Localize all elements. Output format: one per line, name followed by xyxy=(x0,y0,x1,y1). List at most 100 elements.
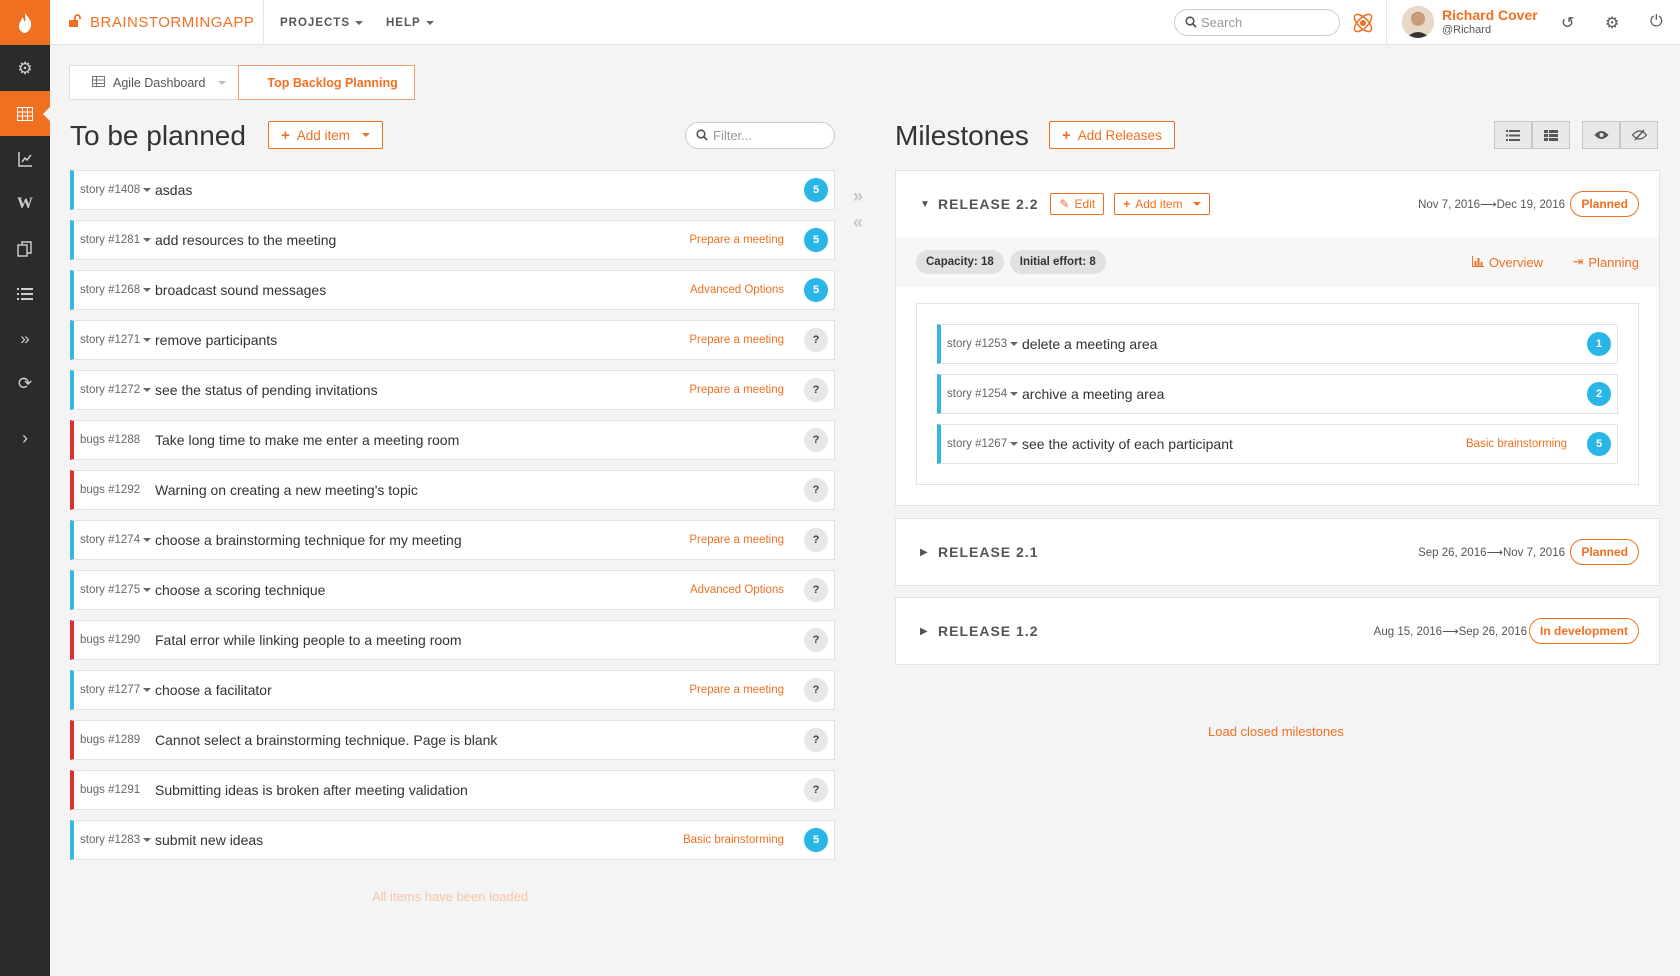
story-item[interactable]: story #1274 choose a brainstorming techni… xyxy=(70,520,835,560)
story-item[interactable]: story #1281 add resources to the meeting P… xyxy=(70,220,835,260)
item-title[interactable]: asdas xyxy=(155,182,192,198)
points-badge[interactable]: 2 xyxy=(1587,382,1611,406)
points-badge[interactable]: ? xyxy=(804,328,828,352)
filter-input[interactable]: Filter... xyxy=(685,122,835,149)
item-title[interactable]: Take long time to make me enter a meetin… xyxy=(155,432,459,448)
atom-icon[interactable] xyxy=(1350,10,1376,41)
story-item[interactable]: story #1272 see the status of pending inv… xyxy=(70,370,835,410)
release-title[interactable]: RELEASE 1.2 xyxy=(938,623,1038,639)
bug-item[interactable]: bugs #1292 Warning on creating a new meet… xyxy=(70,470,835,510)
item-title[interactable]: see the activity of each participant xyxy=(1022,436,1233,452)
item-feature-tag[interactable]: Basic brainstorming xyxy=(1466,438,1567,450)
story-item[interactable]: story #1271 remove participants Prepare a … xyxy=(70,320,835,360)
bug-item[interactable]: bugs #1289 Cannot select a brainstorming … xyxy=(70,720,835,760)
item-feature-tag[interactable]: Advanced Options xyxy=(690,584,784,596)
eye-slash-icon[interactable] xyxy=(1620,121,1658,149)
caret-down-icon[interactable] xyxy=(143,187,152,192)
caret-down-icon[interactable] xyxy=(1010,391,1019,396)
item-title[interactable]: broadcast sound messages xyxy=(155,282,326,298)
item-id[interactable]: story #1267 xyxy=(947,438,1022,450)
caret-down-icon[interactable] xyxy=(143,687,152,692)
item-id[interactable]: story #1274 xyxy=(80,534,155,546)
load-closed-milestones-link[interactable]: Load closed milestones xyxy=(1208,724,1344,739)
caret-down-icon[interactable] xyxy=(143,337,152,342)
story-item[interactable]: story #1268 broadcast sound messages Advan… xyxy=(70,270,835,310)
caret-right-icon[interactable]: ▶ xyxy=(920,547,938,558)
refresh-icon[interactable]: ⟳ xyxy=(0,361,50,406)
add-item-button[interactable]: + Add item xyxy=(268,121,384,149)
item-title[interactable]: Fatal error while linking people to a me… xyxy=(155,632,462,648)
list-view-icon[interactable] xyxy=(1494,121,1532,149)
search-input[interactable]: Search xyxy=(1174,9,1340,36)
points-badge[interactable]: 5 xyxy=(804,178,828,202)
story-item[interactable]: story #1254 archive a meeting area 2 xyxy=(937,374,1618,414)
item-feature-tag[interactable]: Prepare a meeting xyxy=(689,534,784,546)
story-item[interactable]: story #1275 choose a scoring technique Adv… xyxy=(70,570,835,610)
points-badge[interactable]: ? xyxy=(804,778,828,802)
item-feature-tag[interactable]: Prepare a meeting xyxy=(689,234,784,246)
item-id[interactable]: story #1268 xyxy=(80,284,155,296)
points-badge[interactable]: ? xyxy=(804,628,828,652)
points-badge[interactable]: 5 xyxy=(1587,432,1611,456)
points-badge[interactable]: 5 xyxy=(804,228,828,252)
item-id[interactable]: story #1408 xyxy=(80,184,155,196)
points-badge[interactable]: ? xyxy=(804,678,828,702)
caret-down-icon[interactable] xyxy=(143,387,152,392)
points-badge[interactable]: ? xyxy=(804,728,828,752)
item-title[interactable]: add resources to the meeting xyxy=(155,232,336,248)
detail-view-icon[interactable] xyxy=(1532,121,1570,149)
item-title[interactable]: see the status of pending invitations xyxy=(155,382,378,398)
item-title[interactable]: choose a facilitator xyxy=(155,682,272,698)
bug-item[interactable]: bugs #1288 Take long time to make me ente… xyxy=(70,420,835,460)
item-id[interactable]: bugs #1288 xyxy=(80,434,155,446)
release-header[interactable]: ▶ RELEASE 1.2 Aug 15, 2016⟶Sep 26, 2016 … xyxy=(896,598,1659,664)
item-feature-tag[interactable]: Advanced Options xyxy=(690,284,784,296)
item-title[interactable]: remove participants xyxy=(155,332,277,348)
release-add-item-button[interactable]: + Add item xyxy=(1114,193,1210,215)
item-id[interactable]: story #1277 xyxy=(80,684,155,696)
item-id[interactable]: story #1254 xyxy=(947,388,1022,400)
points-badge[interactable]: ? xyxy=(804,378,828,402)
item-feature-tag[interactable]: Prepare a meeting xyxy=(689,384,784,396)
caret-down-icon[interactable] xyxy=(143,237,152,242)
table-icon[interactable] xyxy=(0,91,50,136)
item-id[interactable]: bugs #1291 xyxy=(80,784,155,796)
item-feature-tag[interactable]: Basic brainstorming xyxy=(683,834,784,846)
copy-icon[interactable] xyxy=(0,226,50,271)
story-item[interactable]: story #1283 submit new ideas Basic brainst… xyxy=(70,820,835,860)
nav-help[interactable]: HELP xyxy=(386,0,434,45)
planning-link[interactable]: ⇥ Planning xyxy=(1572,254,1639,270)
user-name[interactable]: Richard Cover xyxy=(1442,7,1538,23)
caret-down-icon[interactable] xyxy=(1010,441,1019,446)
item-title[interactable]: choose a scoring technique xyxy=(155,582,325,598)
brand[interactable]: BRAINSTORMINGAPP xyxy=(68,0,254,45)
list-icon[interactable] xyxy=(0,271,50,316)
points-badge[interactable]: 1 xyxy=(1587,332,1611,356)
item-title[interactable]: Submitting ideas is broken after meeting… xyxy=(155,782,468,798)
item-title[interactable]: delete a meeting area xyxy=(1022,336,1157,352)
points-badge[interactable]: ? xyxy=(804,478,828,502)
item-title[interactable]: archive a meeting area xyxy=(1022,386,1164,402)
move-left-icon[interactable]: « xyxy=(853,209,863,235)
item-id[interactable]: bugs #1290 xyxy=(80,634,155,646)
avatar[interactable] xyxy=(1402,6,1434,38)
move-right-icon[interactable]: » xyxy=(853,183,863,209)
release-title[interactable]: RELEASE 2.1 xyxy=(938,544,1038,560)
caret-down-icon[interactable]: ▼ xyxy=(920,199,938,210)
item-id[interactable]: story #1283 xyxy=(80,834,155,846)
bug-item[interactable]: bugs #1291 Submitting ideas is broken aft… xyxy=(70,770,835,810)
caret-down-icon[interactable] xyxy=(143,287,152,292)
release-header[interactable]: ▶ RELEASE 2.1 Sep 26, 2016⟶Nov 7, 2016 P… xyxy=(896,519,1659,585)
item-title[interactable]: Cannot select a brainstorming technique.… xyxy=(155,732,497,748)
item-id[interactable]: story #1275 xyxy=(80,584,155,596)
caret-right-icon[interactable]: ▶ xyxy=(920,626,938,637)
nav-projects[interactable]: PROJECTS xyxy=(280,0,363,45)
item-title[interactable]: choose a brainstorming technique for my … xyxy=(155,532,462,548)
story-item[interactable]: story #1408 asdas 5 xyxy=(70,170,835,210)
caret-down-icon[interactable] xyxy=(143,537,152,542)
item-feature-tag[interactable]: Prepare a meeting xyxy=(689,684,784,696)
chart-icon[interactable] xyxy=(0,136,50,181)
breadcrumb-current[interactable]: Top Backlog Planning xyxy=(238,65,415,100)
breadcrumb-dashboard[interactable]: Agile Dashboard xyxy=(69,65,239,100)
gears-icon[interactable]: ⚙ xyxy=(0,46,50,91)
